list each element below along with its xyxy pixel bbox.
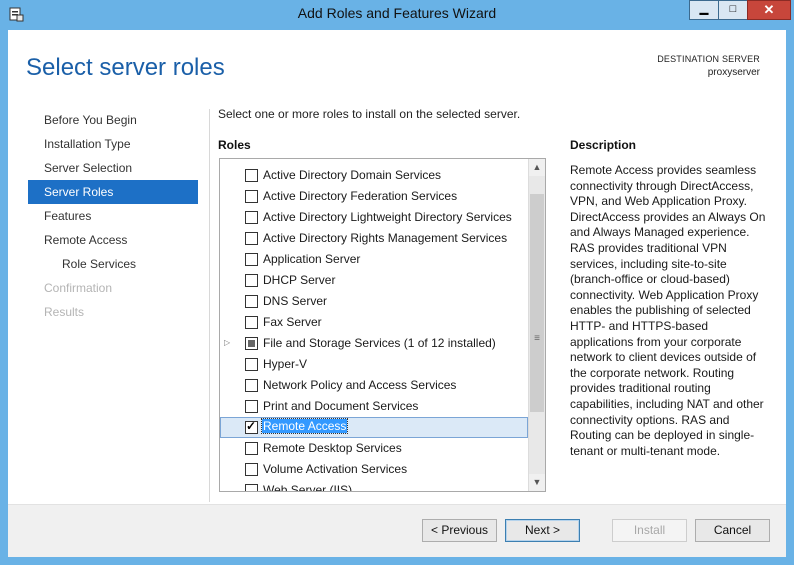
nav-item-role-services[interactable]: Role Services (28, 252, 198, 276)
role-checkbox[interactable] (245, 463, 258, 476)
role-checkbox[interactable] (245, 316, 258, 329)
role-label: Network Policy and Access Services (263, 378, 457, 392)
role-label: File and Storage Services (1 of 12 insta… (263, 336, 496, 350)
scroll-up-arrow-icon[interactable]: ▲ (529, 159, 545, 176)
role-label: Volume Activation Services (263, 462, 408, 476)
nav-item-installation-type[interactable]: Installation Type (28, 132, 198, 156)
role-row-volume-activation-services[interactable]: Volume Activation Services (220, 459, 528, 480)
role-label: Fax Server (263, 315, 322, 329)
previous-button[interactable]: < Previous (422, 519, 497, 542)
nav-item-server-selection[interactable]: Server Selection (28, 156, 198, 180)
nav-item-features[interactable]: Features (28, 204, 198, 228)
role-label: Active Directory Federation Services (263, 189, 458, 203)
role-label: Active Directory Lightweight Directory S… (263, 210, 512, 224)
role-checkbox[interactable] (245, 337, 258, 350)
role-row-ad-federation-services[interactable]: Active Directory Federation Services (220, 186, 528, 207)
maximize-button[interactable]: □ (718, 0, 748, 20)
nav-item-server-roles[interactable]: Server Roles (28, 180, 198, 204)
nav-item-confirmation: Confirmation (44, 281, 113, 295)
roles-scrollbar[interactable]: ▲ ≡ ▼ (528, 159, 545, 491)
role-row-dns-server[interactable]: DNS Server (220, 291, 528, 312)
close-button[interactable]: ✕ (747, 0, 791, 20)
role-checkbox[interactable] (245, 169, 258, 182)
role-row-web-server-iis[interactable]: Web Server (IIS) (220, 480, 528, 492)
nav-divider (209, 109, 210, 502)
role-checkbox[interactable] (245, 190, 258, 203)
role-label: DNS Server (263, 294, 328, 308)
roles-heading: Roles (218, 138, 251, 152)
description-heading: Description (570, 138, 637, 152)
scroll-down-arrow-icon[interactable]: ▼ (529, 474, 545, 491)
role-label: Web Server (IIS) (263, 483, 353, 492)
role-label: Active Directory Domain Services (263, 168, 442, 182)
role-row-remote-access[interactable]: Remote Access (220, 417, 528, 438)
role-checkbox[interactable] (245, 419, 258, 434)
next-button[interactable]: Next > (505, 519, 580, 542)
role-row-ad-domain-services[interactable]: Active Directory Domain Services (220, 165, 528, 186)
role-row-hyper-v[interactable]: Hyper-V (220, 354, 528, 375)
role-checkbox[interactable] (245, 379, 258, 392)
role-label: Remote Desktop Services (263, 441, 402, 455)
nav-item-before-you-begin[interactable]: Before You Begin (28, 108, 198, 132)
instruction-text: Select one or more roles to install on t… (218, 107, 521, 121)
role-row-application-server[interactable]: Application Server (220, 249, 528, 270)
role-row-ad-lightweight-directory-services[interactable]: Active Directory Lightweight Directory S… (220, 207, 528, 228)
role-row-network-policy-and-access-services[interactable]: Network Policy and Access Services (220, 375, 528, 396)
role-label: Print and Document Services (263, 399, 419, 413)
role-label: Remote Access (260, 418, 349, 434)
role-label: DHCP Server (263, 273, 336, 287)
destination-server-name: proxyserver (707, 67, 760, 78)
role-checkbox[interactable] (245, 358, 258, 371)
role-row-print-and-document-services[interactable]: Print and Document Services (220, 396, 528, 417)
minimize-button[interactable]: ▁ (689, 0, 719, 20)
destination-server-label: DESTINATION SERVER (657, 54, 760, 64)
nav-item-results: Results (44, 305, 85, 319)
wizard-content: Select server roles DESTINATION SERVER p… (8, 30, 786, 557)
role-checkbox[interactable] (245, 274, 258, 287)
role-label: Hyper-V (263, 357, 308, 371)
nav-item-remote-access[interactable]: Remote Access (28, 228, 198, 252)
role-row-remote-desktop-services[interactable]: Remote Desktop Services (220, 438, 528, 459)
install-button: Install (612, 519, 687, 542)
title-bar[interactable]: Add Roles and Features Wizard ▁ □ ✕ (0, 0, 794, 30)
role-checkbox[interactable] (245, 232, 258, 245)
window-title: Add Roles and Features Wizard (297, 5, 497, 21)
role-checkbox[interactable] (245, 211, 258, 224)
scroll-thumb[interactable]: ≡ (530, 194, 544, 412)
role-checkbox[interactable] (245, 253, 258, 266)
role-checkbox[interactable] (245, 442, 258, 455)
expand-arrow-icon[interactable]: ▷ (224, 338, 230, 347)
cancel-button[interactable]: Cancel (695, 519, 770, 542)
roles-list[interactable]: Active Directory Domain Services Active … (219, 158, 546, 492)
wizard-window: Add Roles and Features Wizard ▁ □ ✕ Sele… (0, 0, 794, 565)
page-title: Select server roles (26, 54, 225, 81)
role-row-dhcp-server[interactable]: DHCP Server (220, 270, 528, 291)
role-row-file-and-storage-services[interactable]: ▷ File and Storage Services (1 of 12 ins… (220, 333, 528, 354)
wizard-nav: Before You Begin Installation Type Serve… (28, 108, 198, 324)
role-description: Remote Access provides seamless connecti… (570, 163, 766, 458)
role-row-ad-rights-management-services[interactable]: Active Directory Rights Management Servi… (220, 228, 528, 249)
role-checkbox[interactable] (245, 400, 258, 413)
scroll-grip-icon: ≡ (534, 333, 540, 344)
role-label: Active Directory Rights Management Servi… (263, 231, 508, 245)
wizard-footer: < Previous Next > Install Cancel (8, 505, 786, 557)
role-row-fax-server[interactable]: Fax Server (220, 312, 528, 333)
role-label: Application Server (263, 252, 361, 266)
role-checkbox[interactable] (245, 295, 258, 308)
role-checkbox[interactable] (245, 484, 258, 491)
